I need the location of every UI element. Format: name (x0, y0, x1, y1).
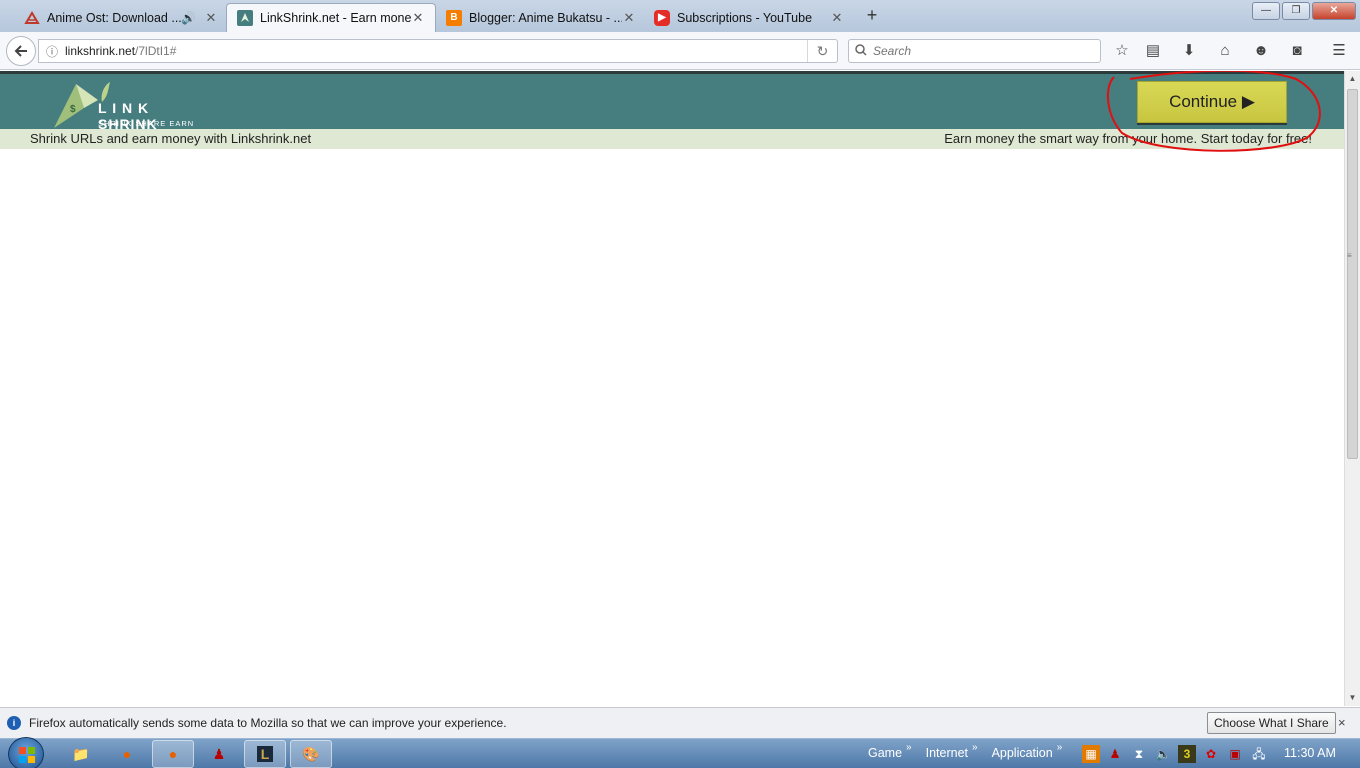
linkshrink-logo[interactable]: $ L I N K SHRINK SHRINK SHARE EARN (50, 78, 195, 132)
taskbar-league[interactable]: L (244, 740, 286, 768)
bookmarks-list-icon[interactable]: ▤ (1142, 41, 1164, 61)
taskbar-explorer[interactable]: 📁 (60, 740, 102, 768)
taskbar-firefox-active[interactable]: ● (152, 740, 194, 768)
blogger-favicon-icon: B (446, 9, 462, 26)
scroll-thumb[interactable] (1347, 89, 1358, 459)
tab-title: LinkShrink.net - Earn mone... (260, 11, 411, 25)
tab-linkshrink[interactable]: LinkShrink.net - Earn mone... ✕ (226, 3, 436, 32)
anime-ost-favicon-icon (24, 10, 40, 26)
back-arrow-icon (14, 45, 27, 57)
tray-bag-icon[interactable]: ♟ (1106, 745, 1124, 763)
windows-taskbar: 📁 ● ● ♟ L 🎨 Game » Internet » Application »… (0, 737, 1360, 768)
site-info-icon[interactable]: ⓘ (39, 43, 65, 60)
url-domain: linkshrink.net (65, 44, 136, 58)
tray-app-icon[interactable]: ▦ (1082, 745, 1100, 763)
tray-paw-icon[interactable]: ✿ (1202, 745, 1220, 763)
new-tab-button[interactable]: + (862, 6, 882, 26)
tagline-strip: Shrink URLs and earn money with Linkshri… (0, 129, 1344, 149)
tab-blogger[interactable]: B Blogger: Anime Bukatsu - ... ✕ (436, 3, 646, 32)
minimize-button[interactable]: — (1252, 2, 1280, 20)
chevron-icon[interactable]: » (906, 742, 912, 756)
tab-close-icon[interactable]: ✕ (411, 10, 425, 26)
paint-icon: 🎨 (302, 745, 320, 762)
scroll-up-arrow-icon[interactable]: ▲ (1345, 71, 1360, 87)
scroll-grip-icon: ≡ (1347, 251, 1352, 260)
firefox-icon: ● (168, 746, 178, 762)
search-icon (855, 43, 867, 59)
tray-display-icon[interactable]: ▣ (1226, 745, 1244, 763)
site-header: $ L I N K SHRINK SHRINK SHARE EARN Conti… (0, 71, 1344, 132)
notification-text: Firefox automatically sends some data to… (29, 716, 507, 730)
scroll-down-arrow-icon[interactable]: ▼ (1345, 690, 1360, 706)
toolbar-labels: Game » Internet » Application » (868, 742, 1076, 760)
downloads-icon[interactable]: ⬇ (1178, 41, 1200, 61)
info-icon: i (7, 716, 21, 730)
tab-title: Anime Ost: Download ... (47, 10, 182, 25)
restore-button[interactable]: ❐ (1282, 2, 1310, 20)
windows-logo-icon (19, 747, 35, 763)
taskbar-app-red[interactable]: ♟ (198, 740, 240, 768)
notification-bar: i Firefox automatically sends some data … (0, 707, 1360, 738)
tray-3-icon[interactable]: 3 (1178, 745, 1196, 763)
league-icon: L (256, 746, 274, 762)
taskbar-paint[interactable]: 🎨 (290, 740, 332, 768)
toolbar-internet[interactable]: Internet (926, 746, 968, 760)
taskbar-firefox-pinned[interactable]: ● (106, 740, 148, 768)
svg-text:$: $ (70, 104, 76, 115)
tab-title: Blogger: Anime Bukatsu - ... (469, 10, 622, 25)
chevron-icon[interactable]: » (972, 742, 978, 756)
tagline-left: Shrink URLs and earn money with Linkshri… (30, 131, 312, 146)
toolbar-game[interactable]: Game (868, 746, 902, 760)
bookmark-star-icon[interactable]: ☆ (1111, 41, 1133, 61)
pocket-icon[interactable]: ◙ (1286, 41, 1308, 61)
bag-icon: ♟ (212, 745, 226, 762)
system-tray: ▦ ♟ ⧗ 🔈 3 ✿ ▣ 🖧 (1082, 745, 1268, 763)
clock[interactable]: 11:30 AM (1284, 746, 1336, 760)
tab-close-icon[interactable]: ✕ (830, 10, 844, 26)
logo-tagline: SHRINK SHARE EARN (98, 119, 195, 128)
network-icon[interactable]: 🖧 (1250, 745, 1268, 763)
search-input[interactable] (873, 44, 1083, 58)
folder-icon: 📁 (72, 745, 90, 762)
reload-icon[interactable]: ↻ (807, 40, 837, 62)
speaker-icon[interactable]: 🔊 (181, 11, 196, 25)
continue-button[interactable]: Continue ▶ (1137, 81, 1287, 123)
vertical-scrollbar[interactable]: ▲ ≡ ▼ (1344, 71, 1360, 706)
search-bar[interactable] (848, 39, 1101, 63)
tagline-right: Earn money the smart way from your home.… (944, 131, 1312, 146)
url-path: /7lDtI1# (135, 44, 177, 58)
hello-chat-icon[interactable]: ☻ (1250, 41, 1272, 61)
navigation-toolbar: ⓘ linkshrink.net/7lDtI1# ↻ ☆ ▤ ⬇ ⌂ ☻ ◙ ☰ (0, 32, 1360, 70)
tab-strip: Anime Ost: Download ... 🔊 ✕ LinkShrink.n… (0, 0, 1360, 32)
chevron-icon[interactable]: » (1057, 742, 1063, 756)
tab-youtube[interactable]: ▶ Subscriptions - YouTube ✕ (644, 3, 854, 32)
volume-icon[interactable]: 🔈 (1154, 745, 1172, 763)
linkshrink-favicon-icon (237, 10, 253, 26)
web-page: $ L I N K SHRINK SHRINK SHARE EARN Conti… (0, 71, 1344, 706)
url-bar[interactable]: ⓘ linkshrink.net/7lDtI1# ↻ (38, 39, 838, 63)
home-icon[interactable]: ⌂ (1214, 41, 1236, 61)
notification-close-icon[interactable]: × (1338, 715, 1346, 730)
screen: Anime Ost: Download ... 🔊 ✕ LinkShrink.n… (0, 0, 1360, 768)
tab-title: Subscriptions - YouTube (677, 10, 813, 25)
back-button[interactable] (6, 36, 36, 66)
youtube-favicon-icon: ▶ (654, 9, 670, 26)
start-button[interactable] (8, 737, 44, 768)
tab-close-icon[interactable]: ✕ (204, 10, 218, 26)
window-controls: — ❐ ✕ (1250, 2, 1356, 20)
url-text[interactable]: linkshrink.net/7lDtI1# (65, 44, 807, 58)
tab-anime-ost[interactable]: Anime Ost: Download ... 🔊 ✕ (14, 3, 228, 32)
tray-hourglass-icon[interactable]: ⧗ (1130, 745, 1148, 763)
toolbar-application[interactable]: Application (992, 746, 1053, 760)
menu-hamburger-icon[interactable]: ☰ (1328, 41, 1350, 61)
tab-close-icon[interactable]: ✕ (622, 10, 636, 26)
window-close-button[interactable]: ✕ (1312, 2, 1356, 20)
firefox-icon: ● (122, 746, 132, 762)
choose-what-i-share-button[interactable]: Choose What I Share (1207, 712, 1336, 734)
